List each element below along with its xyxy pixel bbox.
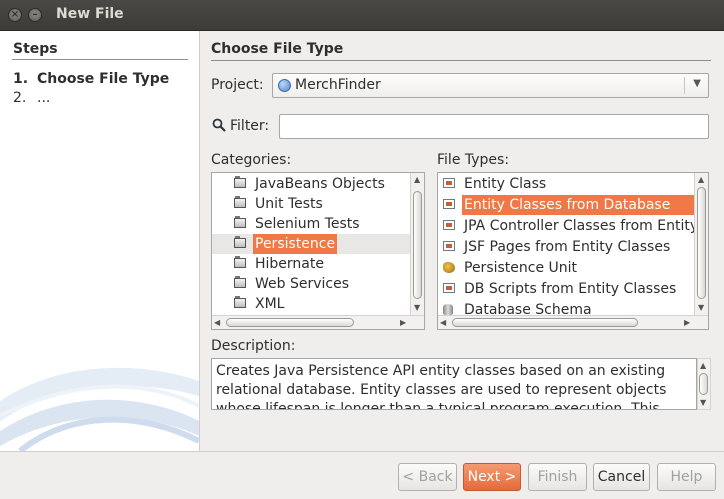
folder-icon — [234, 296, 246, 308]
scroll-down-icon[interactable]: ▼ — [414, 303, 420, 313]
list-item[interactable]: XML — [212, 294, 410, 314]
filetype-label: JSF Pages from Entity Classes — [464, 239, 671, 255]
scroll-thumb[interactable] — [226, 318, 354, 327]
scroll-up-icon[interactable]: ▲ — [700, 361, 706, 371]
folder-icon — [234, 276, 246, 288]
scroll-left-icon[interactable]: ◀ — [214, 318, 220, 328]
list-item[interactable]: JPA Controller Classes from Entity — [438, 216, 698, 236]
filetypes-list[interactable]: Entity Class Entity Classes from Databas… — [437, 172, 709, 330]
scroll-thumb[interactable] — [699, 373, 708, 395]
filetype-label: DB Scripts from Entity Classes — [464, 281, 677, 297]
description-body: Creates Java Persistence API entity clas… — [216, 363, 667, 410]
list-item[interactable]: Unit Tests — [212, 194, 410, 214]
category-label: Unit Tests — [255, 196, 323, 212]
project-icon — [278, 79, 291, 92]
database-entity-icon — [443, 199, 455, 209]
finish-button[interactable]: Finish — [528, 463, 587, 491]
scroll-up-icon[interactable]: ▲ — [698, 175, 704, 185]
folder-icon — [234, 196, 246, 208]
list-item[interactable]: DB Scripts from Entity Classes — [438, 279, 694, 299]
filetype-label: Persistence Unit — [464, 260, 578, 276]
description-scrollbar[interactable]: ▲ ▼ — [697, 358, 711, 410]
title-bar: × – New File — [0, 0, 724, 31]
next-button[interactable]: Next > — [463, 463, 521, 491]
category-label: XML — [255, 296, 285, 312]
close-icon: × — [10, 9, 20, 20]
category-label: Persistence — [253, 234, 338, 254]
categories-label: Categories: — [211, 152, 292, 168]
scroll-down-icon[interactable]: ▼ — [700, 398, 706, 408]
steps-panel: Steps 1. Choose File Type 2.... — [0, 31, 200, 451]
step-2: 2.... — [13, 90, 50, 106]
categories-horizontal-scrollbar[interactable]: ◀ ▶ — [212, 315, 424, 329]
step-label: Choose File Type — [37, 71, 170, 87]
scroll-right-icon[interactable]: ▶ — [400, 318, 406, 328]
filetypes-label: File Types: — [437, 152, 510, 168]
cancel-button[interactable]: Cancel — [593, 463, 650, 491]
scroll-thumb[interactable] — [697, 187, 706, 299]
help-button[interactable]: Help — [657, 463, 716, 491]
description-label: Description: — [211, 338, 296, 354]
filter-input[interactable] — [279, 114, 709, 139]
filetypes-vertical-scrollbar[interactable]: ▲ ▼ — [694, 173, 708, 315]
list-item[interactable]: Selenium Tests — [212, 214, 410, 234]
step-number: 1. — [13, 71, 29, 87]
footer-divider — [0, 451, 724, 452]
description-text: Creates Java Persistence API entity clas… — [211, 358, 697, 410]
steps-heading: Steps — [13, 41, 58, 57]
list-item[interactable]: JSF Pages from Entity Classes — [438, 237, 694, 257]
db-script-icon — [443, 283, 455, 293]
step-label: ... — [37, 90, 51, 106]
project-value: MerchFinder — [295, 77, 381, 93]
category-label: Web Services — [255, 276, 350, 292]
folder-icon — [234, 236, 246, 248]
project-dropdown[interactable]: MerchFinder ▼ — [272, 73, 709, 98]
filetype-label: JPA Controller Classes from Entity — [464, 218, 699, 234]
list-item-selected[interactable]: Persistence — [212, 234, 410, 254]
dropdown-separator — [684, 77, 685, 94]
category-label: Selenium Tests — [255, 216, 360, 232]
window-title: New File — [56, 6, 124, 22]
list-item[interactable]: Hibernate — [212, 254, 410, 274]
list-item[interactable]: Persistence Unit — [438, 258, 694, 278]
decorative-swoosh — [0, 367, 199, 451]
list-item-selected[interactable]: Entity Classes from Database — [438, 195, 698, 215]
category-label: JavaBeans Objects — [255, 176, 385, 192]
scroll-left-icon[interactable]: ◀ — [440, 318, 446, 328]
step-number: 2. — [13, 90, 27, 106]
filetypes-horizontal-scrollbar[interactable]: ◀ ▶ — [438, 315, 708, 329]
list-item[interactable]: Web Services — [212, 274, 410, 294]
filetype-label: Entity Classes from Database — [462, 195, 698, 215]
minimize-window-button[interactable]: – — [28, 8, 42, 22]
filetype-label: Entity Class — [464, 176, 547, 192]
folder-icon — [234, 216, 246, 228]
controller-icon — [443, 220, 455, 230]
list-item[interactable]: JavaBeans Objects — [212, 174, 410, 194]
minimize-icon: – — [32, 9, 38, 20]
project-label: Project: — [211, 77, 264, 93]
scroll-right-icon[interactable]: ▶ — [684, 318, 690, 328]
filter-label: Filter: — [230, 118, 270, 134]
close-window-button[interactable]: × — [8, 8, 22, 22]
entity-icon — [443, 178, 455, 188]
folder-icon — [234, 176, 246, 188]
scroll-thumb[interactable] — [413, 191, 422, 299]
search-icon — [212, 118, 226, 132]
back-button[interactable]: < Back — [398, 463, 457, 491]
chevron-down-icon[interactable]: ▼ — [693, 78, 701, 89]
list-item[interactable]: Entity Class — [438, 174, 694, 194]
categories-list[interactable]: JavaBeans Objects Unit Tests Selenium Te… — [211, 172, 425, 330]
categories-vertical-scrollbar[interactable]: ▲ ▼ — [410, 173, 424, 315]
scroll-down-icon[interactable]: ▼ — [698, 303, 704, 313]
step-1: 1. Choose File Type — [13, 71, 169, 87]
jsf-page-icon — [443, 241, 455, 251]
header-divider — [211, 60, 711, 61]
category-label: Hibernate — [255, 256, 324, 272]
page-title: Choose File Type — [211, 41, 344, 57]
scroll-up-icon[interactable]: ▲ — [414, 175, 420, 185]
scroll-thumb[interactable] — [452, 318, 638, 327]
steps-divider — [12, 59, 188, 60]
folder-icon — [234, 256, 246, 268]
persistence-unit-icon — [443, 262, 455, 273]
